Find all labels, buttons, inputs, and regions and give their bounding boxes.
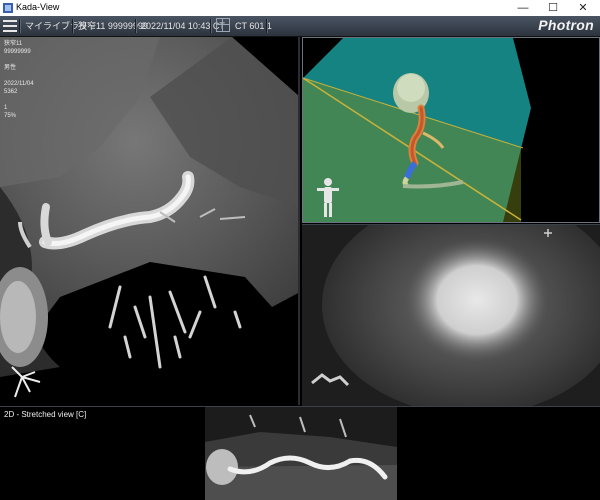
brand-logo: Photron: [538, 17, 594, 33]
toolbar-separator: [266, 19, 268, 33]
stretched-view-label: 2D - Stretched view [C]: [4, 410, 87, 419]
minimize-button[interactable]: —: [508, 0, 538, 16]
3d-volume-viewport[interactable]: [302, 37, 600, 223]
main-ct-image: [0, 37, 298, 398]
maximize-button[interactable]: ☐: [538, 0, 568, 16]
toolbar-separator: [135, 19, 137, 33]
patient-overlay: 狭窄11 99999999 男性 2022/11/04 5362 1 75%: [4, 41, 34, 119]
patient-info[interactable]: 狭窄11 99999999: [78, 16, 148, 36]
window-title: Kada-View: [16, 2, 60, 12]
cross-section-viewport[interactable]: [302, 224, 600, 406]
app-toolbar: マイライブラリ 狭窄11 99999999 2022/11/04 10:43 C…: [0, 16, 600, 37]
study-datetime[interactable]: 2022/11/04 10:43 CT: [141, 16, 225, 36]
menu-icon[interactable]: [3, 20, 17, 32]
stretched-image: [0, 407, 600, 500]
window-titlebar: Kada-View — ☐ ✕: [0, 0, 600, 16]
toolbar-separator: [72, 19, 74, 33]
app-icon: [3, 3, 13, 13]
main-ct-viewport[interactable]: 狭窄11 99999999 男性 2022/11/04 5362 1 75%: [0, 37, 300, 405]
3d-rendering: [303, 38, 531, 222]
stretched-viewport[interactable]: 2D - Stretched view [C]: [0, 406, 600, 500]
toolbar-separator: [19, 19, 21, 33]
series-icon[interactable]: [216, 18, 230, 32]
cross-section-image: [302, 225, 600, 406]
close-button[interactable]: ✕: [568, 0, 598, 16]
toolbar-separator: [210, 19, 212, 33]
